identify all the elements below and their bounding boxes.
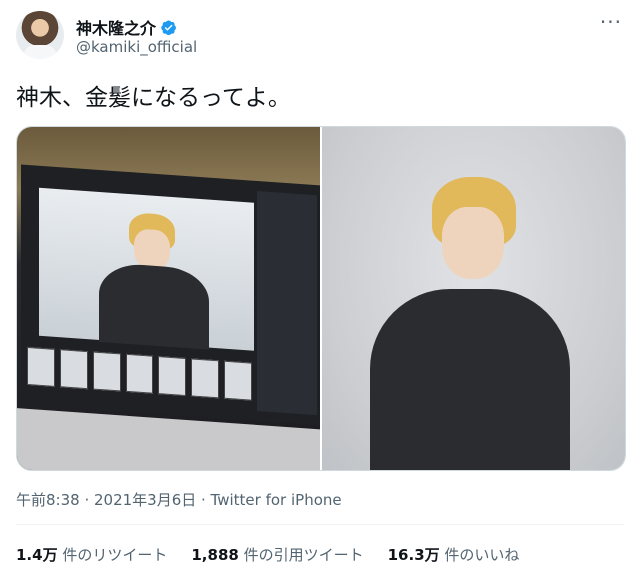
stat-label: 件のいいね	[444, 546, 520, 564]
author-handle[interactable]: @kamiki_official	[76, 38, 197, 56]
verified-badge-icon	[161, 20, 176, 35]
thumbnail-strip	[27, 346, 253, 401]
engagement-stats: 1.4万 件のリツイート 1,888 件の引用ツイート 16.3万 件のいいね	[16, 544, 519, 565]
stat-label: 件のリツイート	[62, 546, 168, 564]
retweet-count[interactable]: 1.4万 件のリツイート	[16, 544, 167, 565]
media-grid	[16, 126, 626, 471]
tweet-text: 神木、金髪になるってよ。	[16, 85, 291, 111]
stat-label: 件の引用ツイート	[243, 546, 364, 564]
screen-preview	[39, 187, 254, 351]
stat-value: 1,888	[191, 546, 239, 564]
editor-sidebar	[257, 191, 317, 416]
avatar-shirt	[24, 45, 56, 59]
portrait-photo[interactable]	[322, 127, 625, 470]
author-display-name[interactable]: 神木隆之介	[76, 15, 156, 39]
laptop-screen	[21, 164, 320, 426]
stat-value: 16.3万	[387, 546, 440, 564]
divider	[16, 524, 624, 525]
like-count[interactable]: 16.3万 件のいいね	[388, 544, 520, 565]
avatar[interactable]	[16, 11, 64, 59]
quote-tweet-count[interactable]: 1,888 件の引用ツイート	[191, 544, 363, 565]
more-options-icon[interactable]: ···	[600, 10, 622, 34]
stat-value: 1.4万	[16, 546, 58, 564]
tweet-timestamp[interactable]: 午前8:38 · 2021年3月6日 · Twitter for iPhone	[16, 489, 342, 510]
author-name-row: 神木隆之介	[76, 15, 177, 39]
laptop-photo[interactable]	[17, 127, 320, 470]
